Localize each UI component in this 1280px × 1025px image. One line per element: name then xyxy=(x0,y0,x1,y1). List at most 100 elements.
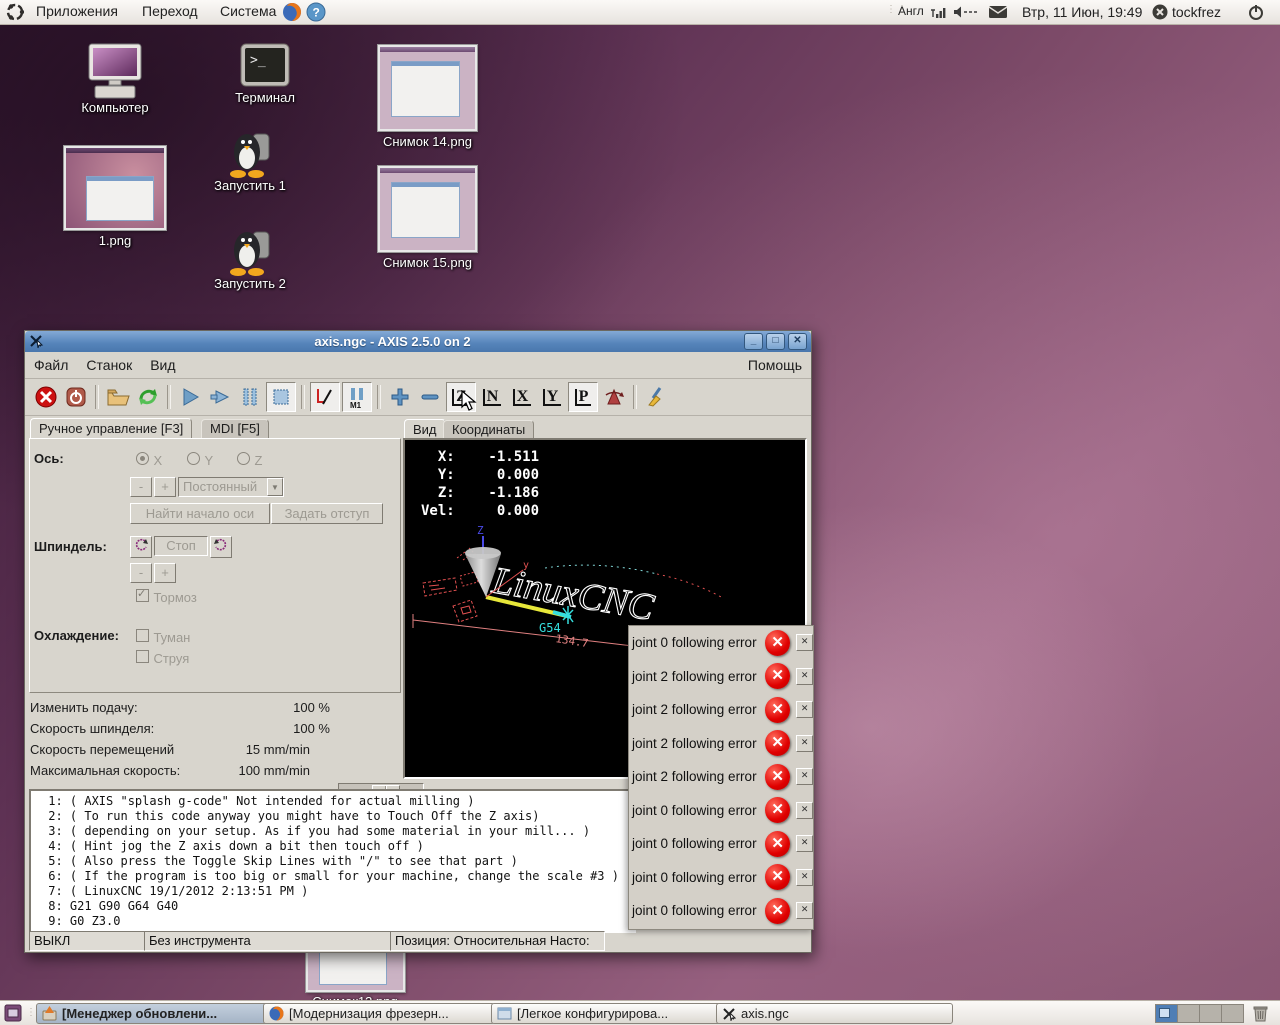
desktop-icon-label: Терминал xyxy=(215,90,315,105)
desktop-icon-1png[interactable]: 1.png xyxy=(55,146,175,248)
dismiss-error-button[interactable]: ✕ xyxy=(796,668,813,685)
stop-button[interactable] xyxy=(266,382,296,412)
dismiss-error-button[interactable]: ✕ xyxy=(796,634,813,651)
dismiss-error-button[interactable]: ✕ xyxy=(796,735,813,752)
desktop-icon-run2[interactable]: Запустить 2 xyxy=(195,228,305,291)
jog-plus-button[interactable]: + xyxy=(154,477,176,497)
view-perspective-button[interactable]: P xyxy=(568,382,598,412)
error-row: joint 0 following error✕✕ xyxy=(629,827,813,861)
machine-power-button[interactable] xyxy=(62,383,90,411)
network-signal-icon[interactable] xyxy=(928,5,946,19)
axis-x-radio[interactable]: X xyxy=(136,452,162,470)
jog-speed-label: Скорость перемещений xyxy=(30,742,174,757)
flood-checkbox[interactable]: Струя xyxy=(136,650,189,668)
mail-notification-icon[interactable] xyxy=(988,5,1008,19)
zoom-in-button[interactable] xyxy=(386,383,414,411)
taskbar-button-firefox[interactable]: [Модернизация фрезерн... xyxy=(263,1003,495,1024)
close-button[interactable]: ✕ xyxy=(788,333,807,350)
menu-machine[interactable]: Станок xyxy=(77,353,141,377)
spindle-cw-button[interactable] xyxy=(210,536,232,558)
error-row: joint 0 following error✕✕ xyxy=(629,794,813,828)
menu-view[interactable]: Вид xyxy=(141,353,184,377)
desktop-icon-label: Снимок 15.png xyxy=(365,255,490,270)
open-file-button[interactable] xyxy=(104,383,132,411)
home-axis-button[interactable]: Найти начало оси xyxy=(130,503,270,524)
jog-mode-combobox[interactable]: Постоянный ▼ xyxy=(178,477,284,497)
run-button[interactable] xyxy=(176,383,204,411)
desktop-icon-terminal[interactable]: >_ Терминал xyxy=(215,42,315,105)
dismiss-error-button[interactable]: ✕ xyxy=(796,835,813,852)
spindle-minus-button[interactable]: - xyxy=(130,563,152,583)
spindle-ccw-button[interactable] xyxy=(130,536,152,558)
rotate-ccw-icon xyxy=(133,537,149,553)
touch-off-button[interactable]: Задать отступ xyxy=(271,503,383,524)
pause-button[interactable] xyxy=(236,383,264,411)
axis-y-radio[interactable]: Y xyxy=(187,452,213,470)
gcode-listing[interactable]: 1: ( AXIS "splash g-code" Not intended f… xyxy=(29,789,636,933)
workspace-2[interactable] xyxy=(1177,1004,1200,1023)
clock[interactable]: Втр, 11 Июн, 19:49 xyxy=(1022,4,1142,20)
menu-file[interactable]: Файл xyxy=(25,353,77,377)
menu-places[interactable]: Переход xyxy=(134,0,206,22)
feed-override-value: 100 % xyxy=(255,700,330,715)
minimize-button[interactable]: _ xyxy=(744,333,763,350)
clear-plot-button[interactable] xyxy=(642,383,670,411)
top-panel: Приложения Переход Система ? ⋮⋮ Англ Втр… xyxy=(0,0,1280,25)
rotate-view-button[interactable] xyxy=(600,383,628,411)
view-z-rotated-button[interactable]: N xyxy=(478,383,506,411)
menu-help[interactable]: Помощь xyxy=(739,353,811,377)
tab-manual-control[interactable]: Ручное управление [F3] xyxy=(30,418,192,440)
keyboard-layout-indicator[interactable]: Англ xyxy=(898,4,924,18)
view-y-button[interactable]: Y xyxy=(538,383,566,411)
mist-checkbox[interactable]: Туман xyxy=(136,629,190,647)
optional-pause-button[interactable]: M1 xyxy=(342,382,372,412)
view-x-button[interactable]: X xyxy=(508,383,536,411)
run-from-line-button[interactable] xyxy=(206,383,234,411)
power-icon[interactable] xyxy=(1248,4,1264,20)
tab-mdi[interactable]: MDI [F5] xyxy=(201,419,269,440)
dismiss-error-button[interactable]: ✕ xyxy=(796,802,813,819)
user-status-icon[interactable] xyxy=(1152,4,1168,20)
window-menubar: Файл Станок Вид Помощь xyxy=(25,352,811,379)
workspace-1[interactable] xyxy=(1155,1004,1178,1023)
desktop-icon-snap14[interactable]: Снимок 14.png xyxy=(365,45,490,149)
rotate-cw-icon xyxy=(213,537,229,553)
taskbar-button-config[interactable]: [Легкое конфигурирова... xyxy=(491,1003,721,1024)
error-row: joint 2 following error✕✕ xyxy=(629,760,813,794)
dismiss-error-button[interactable]: ✕ xyxy=(796,869,813,886)
show-desktop-icon[interactable] xyxy=(4,1004,22,1022)
username-menu[interactable]: tockfrez xyxy=(1172,4,1221,20)
reload-button[interactable] xyxy=(134,383,162,411)
help-launcher-icon[interactable]: ? xyxy=(306,2,326,22)
estop-button[interactable] xyxy=(32,383,60,411)
toggle-skip-lines-button[interactable] xyxy=(310,382,340,412)
trash-icon[interactable] xyxy=(1252,1004,1269,1022)
menu-applications[interactable]: Приложения xyxy=(28,0,126,22)
axis-z-radio[interactable]: Z xyxy=(237,452,262,470)
dismiss-error-button[interactable]: ✕ xyxy=(796,768,813,785)
firefox-launcher-icon[interactable] xyxy=(282,2,302,22)
desktop-icon-run1[interactable]: Запустить 1 xyxy=(195,130,305,193)
dismiss-error-button[interactable]: ✕ xyxy=(796,701,813,718)
taskbar-button-axis[interactable]: axis.ngc xyxy=(716,1003,953,1024)
image-thumbnail xyxy=(64,146,166,230)
image-thumbnail xyxy=(378,45,477,131)
brake-checkbox[interactable]: Тормоз xyxy=(136,589,197,607)
desktop-icon-snap15[interactable]: Снимок 15.png xyxy=(365,166,490,270)
manual-control-panel: Ось: X Y Z - + Постоянный ▼ Найти начало… xyxy=(29,438,401,693)
desktop-icon-computer[interactable]: Компьютер xyxy=(50,42,180,115)
window-titlebar[interactable]: axis.ngc - AXIS 2.5.0 on 2 _ □ ✕ xyxy=(25,331,811,352)
workspace-3[interactable] xyxy=(1199,1004,1222,1023)
taskbar-button-update-manager[interactable]: [Менеджер обновлени... xyxy=(36,1003,270,1024)
maximize-button[interactable]: □ xyxy=(766,333,785,350)
zoom-out-button[interactable] xyxy=(416,383,444,411)
jog-minus-button[interactable]: - xyxy=(130,477,152,497)
spindle-stop-button[interactable]: Стоп xyxy=(154,536,208,556)
toolbar-separator xyxy=(377,385,381,409)
spindle-plus-button[interactable]: + xyxy=(154,563,176,583)
volume-muted-icon[interactable] xyxy=(952,5,978,19)
error-icon: ✕ xyxy=(765,630,790,656)
dismiss-error-button[interactable]: ✕ xyxy=(796,902,813,919)
menu-system[interactable]: Система xyxy=(212,0,284,22)
workspace-4[interactable] xyxy=(1221,1004,1244,1023)
